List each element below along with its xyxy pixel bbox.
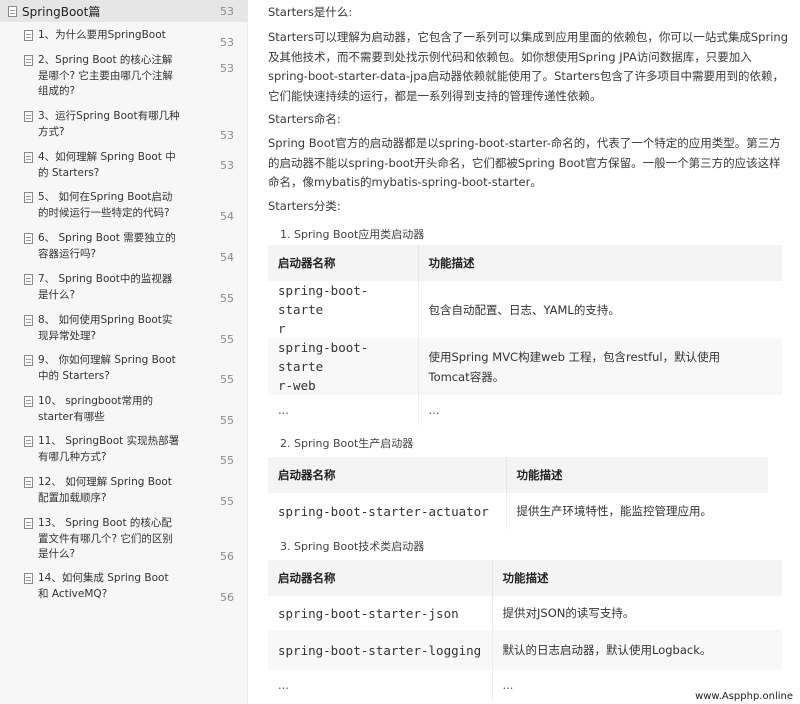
- production-starters-table: 启动器名称 功能描述 spring-boot-starter-actuator …: [268, 457, 768, 529]
- technical-starters-table: 启动器名称 功能描述 spring-boot-starter-json 提供对J…: [268, 560, 782, 700]
- outline-item-label: 14、如何集成 Spring Boot 和 ActiveMQ?: [38, 572, 169, 600]
- table-header-row: 启动器名称 功能描述: [268, 245, 782, 281]
- site-watermark: www.Aspphp.online: [692, 691, 796, 702]
- paragraph-what-are-starters: Starters可以理解为启动器，它包含了一系列可以集成到应用里面的依赖包，你可…: [268, 30, 788, 103]
- table-row: spring-boot-starter-json 提供对JSON的读写支持。: [268, 596, 782, 630]
- application-starters-table: 启动器名称 功能描述 spring-boot-starte r 包含自动配置、日…: [268, 245, 782, 425]
- outline-item-label: 1、为什么要用SpringBoot: [38, 29, 166, 41]
- table-row: spring-boot-starter-logging 默认的日志启动器，默认使…: [268, 630, 782, 670]
- column-header-name: 启动器名称: [268, 560, 493, 596]
- column-header-description: 功能描述: [506, 457, 768, 493]
- document-icon: [8, 5, 17, 17]
- outline-item-label: 6、 Spring Boot 需要独立的容器运行吗?: [38, 232, 176, 260]
- outline-item-label: 11、 SpringBoot 实现热部署有哪几种方式?: [38, 435, 180, 463]
- outline-item-label: 8、 如何使用Spring Boot实现异常处理?: [38, 314, 173, 342]
- page-number: 54: [220, 210, 234, 223]
- page-number: 53: [220, 159, 234, 172]
- page-number: 53: [220, 36, 234, 49]
- table-row: spring-boot-starte r 包含自动配置、日志、YAML的支持。: [268, 281, 782, 338]
- ellipsis-cell: ...: [268, 395, 419, 425]
- document-icon: [24, 436, 33, 447]
- ellipsis-cell: ...: [428, 403, 440, 417]
- heading-starters-naming: Starters命名:: [268, 112, 341, 126]
- document-icon: [24, 518, 33, 529]
- page-number: 55: [220, 454, 234, 467]
- page-number: 55: [220, 373, 234, 386]
- starter-description-line: Tomcat容器。: [428, 369, 505, 384]
- column-header-name: 启动器名称: [268, 457, 507, 493]
- outline-item-label: 9、 你如何理解 Spring Boot 中的 Starters?: [38, 354, 176, 382]
- document-icon: [24, 315, 33, 326]
- outline-section-header[interactable]: SpringBoot篇 53: [0, 0, 248, 22]
- page-number: 55: [220, 414, 234, 427]
- document-icon: [24, 30, 33, 41]
- page-number: 56: [220, 550, 234, 563]
- starter-name-line: r: [278, 321, 286, 336]
- starter-name-cell: spring-boot-starter-logging: [268, 630, 493, 670]
- page-number: 53: [220, 129, 234, 142]
- starter-description-cell: 提供生产环境特性，能监控管理应用。: [516, 504, 713, 518]
- page-number: 53: [220, 5, 234, 18]
- starter-description-cell: 提供对JSON的读写支持。: [502, 606, 635, 620]
- outline-sidebar: SpringBoot篇 53 1、为什么要用SpringBoot 53 2、Sp…: [0, 0, 248, 704]
- paragraph-starters-naming: Spring Boot官方的启动器都是以spring-boot-starter-…: [268, 136, 781, 189]
- heading-what-are-starters: Starters是什么:: [268, 5, 353, 19]
- document-icon: [24, 355, 33, 366]
- table-header-row: 启动器名称 功能描述: [268, 560, 782, 596]
- heading-starters-categories: Starters分类:: [268, 199, 341, 213]
- starter-name-cell: spring-boot-starte r: [268, 281, 419, 338]
- outline-item-label: 12、 如何理解 Spring Boot 配置加载顺序?: [38, 476, 172, 504]
- table-row: ... ...: [268, 395, 782, 425]
- table-row: spring-boot-starte r-web 使用Spring MVC构建w…: [268, 338, 782, 395]
- starter-name-cell: spring-boot-starter-json: [268, 596, 493, 630]
- page-number: 55: [220, 333, 234, 346]
- document-icon: [24, 192, 33, 203]
- outline-item-label: 5、 如何在Spring Boot启动的时候运行一些特定的代码?: [38, 191, 173, 219]
- page-number: 54: [220, 251, 234, 264]
- section-application-starters: 1. Spring Boot应用类启动器: [280, 228, 425, 241]
- document-icon: [24, 274, 33, 285]
- starter-description-cell: 包含自动配置、日志、YAML的支持。: [428, 302, 620, 317]
- document-icon: [24, 233, 33, 244]
- document-icon: [24, 477, 33, 488]
- document-icon: [24, 55, 33, 66]
- outline-item-label: 7、 Spring Boot中的监视器是什么?: [38, 273, 173, 301]
- column-header-name: 启动器名称: [268, 245, 419, 281]
- table-header-row: 启动器名称 功能描述: [268, 457, 768, 493]
- ellipsis-cell: ...: [268, 670, 493, 700]
- document-icon: [24, 573, 33, 584]
- page-number: 53: [220, 62, 234, 75]
- outline-item-label: 2、Spring Boot 的核心注解是哪个? 它主要由哪几个注解组成的?: [38, 54, 173, 97]
- document-icon: [24, 111, 33, 122]
- page-number: 55: [220, 292, 234, 305]
- document-icon: [24, 396, 33, 407]
- starter-name-cell: spring-boot-starte r-web: [268, 338, 419, 395]
- outline-section-title: SpringBoot篇: [22, 4, 101, 19]
- starter-name-cell: spring-boot-starter-actuator: [268, 493, 507, 529]
- section-technical-starters: 3. Spring Boot技术类启动器: [280, 540, 425, 553]
- column-header-description: 功能描述: [492, 560, 782, 596]
- starter-name-line: spring-boot-starte: [278, 340, 369, 374]
- outline-item-label: 10、 springboot常用的starter有哪些: [38, 395, 154, 423]
- table-row: spring-boot-starter-actuator 提供生产环境特性，能监…: [268, 493, 768, 529]
- outline-item-label: 4、如何理解 Spring Boot 中的 Starters?: [38, 151, 176, 179]
- starter-name-line: spring-boot-starte: [278, 283, 369, 317]
- starter-description-cell: 使用Spring MVC构建web 工程，包含restful，默认使用 Tomc…: [418, 338, 782, 395]
- document-icon: [24, 152, 33, 163]
- page-number: 56: [220, 591, 234, 604]
- starter-name-line: r-web: [278, 378, 316, 393]
- outline-item-label: 13、 Spring Boot 的核心配置文件有哪几个? 它们的区别是什么?: [38, 517, 173, 560]
- section-production-starters: 2. Spring Boot生产启动器: [280, 437, 414, 450]
- column-header-description: 功能描述: [418, 245, 782, 281]
- starter-description-line: 使用Spring MVC构建web 工程，包含restful，默认使用: [428, 349, 721, 364]
- page-number: 55: [220, 495, 234, 508]
- outline-item-label: 3、运行Spring Boot有哪几种方式?: [38, 110, 180, 138]
- starter-description-cell: 默认的日志启动器，默认使用Logback。: [492, 630, 782, 670]
